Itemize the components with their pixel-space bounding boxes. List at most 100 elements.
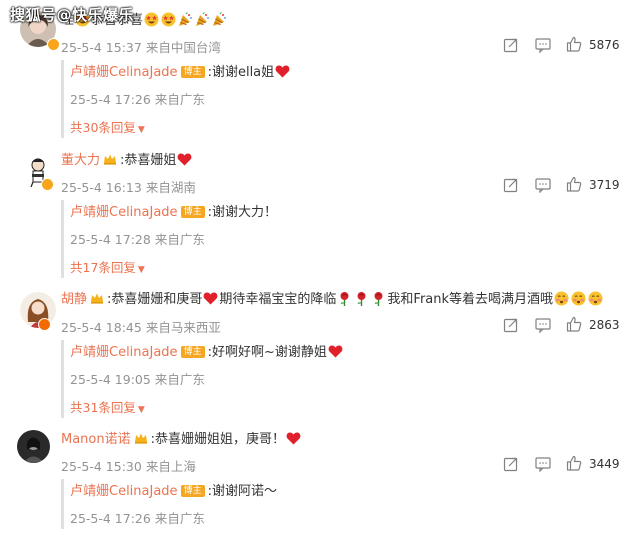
comment-text: 董大力:恭喜姗姐 <box>61 152 193 170</box>
star-eyes-emoji <box>144 12 159 27</box>
rose-emoji <box>374 291 384 306</box>
comment-icon <box>535 38 551 53</box>
reply-author-name[interactable]: 卢靖姗CelinaJade <box>70 484 178 499</box>
heart-emoji <box>204 292 218 305</box>
more-replies-link[interactable]: 共17条回复 ▼ <box>70 257 145 276</box>
shy-emoji <box>571 291 587 306</box>
watermark-text: 搜狐号@快乐爆乐 <box>10 6 135 24</box>
share-icon <box>503 457 518 472</box>
reply-divider <box>61 60 64 138</box>
comment-text: 胡静 :恭喜姗姗和庚哥 期待幸福宝宝的降临 我和Frank等着去喝满月酒哦 <box>61 291 604 309</box>
reply-meta: 25-5-4 17:26 来自广东 <box>70 89 205 108</box>
comment-meta: 25-5-4 18:45 来自马来西亚 <box>61 317 221 336</box>
blogger-tag: 博主 <box>180 66 205 78</box>
comment-icon <box>535 178 551 193</box>
comment-content-c: 我和Frank等着去喝满月酒哦 <box>387 292 554 307</box>
crown-icon <box>91 293 104 304</box>
heart-emoji <box>178 153 192 166</box>
share-button[interactable] <box>503 37 519 57</box>
comment-time: 25-5-4 15:30 <box>61 459 142 474</box>
reply-author-name[interactable]: 卢靖姗CelinaJade <box>70 65 178 80</box>
crown-icon <box>134 433 147 444</box>
caret-down-icon: ▼ <box>137 405 145 415</box>
like-icon <box>566 36 582 52</box>
party-popper-emoji <box>178 12 193 27</box>
reply-location: 来自广东 <box>154 232 205 247</box>
rose-emoji <box>340 291 350 306</box>
reply-content: :好啊好啊~谢谢静姐 <box>207 345 327 360</box>
verified-badge <box>38 318 51 331</box>
share-button[interactable] <box>503 317 519 337</box>
like-icon <box>566 176 582 192</box>
more-replies-link[interactable]: 共30条回复 ▼ <box>70 117 145 136</box>
blogger-tag: 博主 <box>180 346 205 358</box>
comment-icon <box>535 318 551 333</box>
comment-meta: 25-5-4 15:37 来自中国台湾 <box>61 37 221 56</box>
reply-time: 25-5-4 17:28 <box>70 232 151 247</box>
comment-time: 25-5-4 16:13 <box>61 180 142 195</box>
like-button[interactable] <box>566 455 582 475</box>
comment-content: :恭喜姗姗姐姐，庚哥！ <box>150 432 286 447</box>
reply-meta: 25-5-4 19:05 来自广东 <box>70 369 205 388</box>
more-replies-label: 共31条回复 <box>70 400 136 415</box>
share-icon <box>503 318 518 333</box>
heart-emoji <box>328 345 343 358</box>
comment-button[interactable] <box>535 317 551 337</box>
reply-content: :谢谢大力！ <box>207 205 277 220</box>
comment-location: 来自湖南 <box>145 180 196 195</box>
party-popper-emoji <box>195 12 210 27</box>
like-button[interactable] <box>566 316 582 336</box>
more-replies-label: 共30条回复 <box>70 120 136 135</box>
comment-button[interactable] <box>535 37 551 57</box>
comment-content-b: 期待幸福宝宝的降临 <box>219 292 337 307</box>
like-count: 3449 <box>589 457 620 471</box>
like-button[interactable] <box>566 176 582 196</box>
heart-emoji <box>286 432 301 445</box>
blogger-tag: 博主 <box>180 485 205 497</box>
reply-meta: 25-5-4 17:28 来自广东 <box>70 229 205 248</box>
comment-meta: 25-5-4 15:30 来自上海 <box>61 456 196 475</box>
comment-content-a: :恭喜姗姗和庚哥 <box>107 292 203 307</box>
reply-author-name[interactable]: 卢靖姗CelinaJade <box>70 205 178 220</box>
comment-location: 来自马来西亚 <box>145 320 221 335</box>
reply-content: :谢谢ella姐 <box>207 65 275 80</box>
reply-author-name[interactable]: 卢靖姗CelinaJade <box>70 345 178 360</box>
reply-time: 25-5-4 17:26 <box>70 511 151 526</box>
crown-icon <box>104 154 117 165</box>
reply-text: 卢靖姗CelinaJade 博主:谢谢ella姐 <box>70 64 291 82</box>
like-button[interactable] <box>566 36 582 56</box>
comment-meta: 25-5-4 16:13 来自湖南 <box>61 177 196 196</box>
share-icon <box>503 178 518 193</box>
reply-text: 卢靖姗CelinaJade 博主:好啊好啊~谢谢静姐 <box>70 344 344 362</box>
party-popper-emoji <box>212 12 227 27</box>
comment-icon <box>535 457 551 472</box>
heart-emoji <box>275 65 290 78</box>
commenter-name[interactable]: 胡静 <box>61 292 87 307</box>
reply-time: 25-5-4 17:26 <box>70 92 151 107</box>
share-icon <box>503 38 518 53</box>
shy-emoji <box>554 291 570 306</box>
comment-time: 25-5-4 15:37 <box>61 40 142 55</box>
like-count: 3719 <box>589 178 620 192</box>
avatar[interactable] <box>17 430 50 463</box>
reply-content: :谢谢阿诺～ <box>207 484 277 499</box>
reply-meta: 25-5-4 17:26 来自广东 <box>70 508 205 527</box>
verified-badge <box>47 38 60 51</box>
blogger-tag: 博主 <box>180 206 205 218</box>
share-button[interactable] <box>503 456 519 476</box>
comment-button[interactable] <box>535 177 551 197</box>
more-replies-link[interactable]: 共31条回复 ▼ <box>70 397 145 416</box>
reply-location: 来自广东 <box>154 511 205 526</box>
reply-text: 卢靖姗CelinaJade 博主:谢谢阿诺～ <box>70 483 277 501</box>
commenter-name[interactable]: Manon诺诺 <box>61 432 131 447</box>
comment-location: 来自中国台湾 <box>145 40 221 55</box>
comment-button[interactable] <box>535 456 551 476</box>
commenter-name[interactable]: 董大力 <box>61 153 100 168</box>
reply-divider <box>61 479 64 529</box>
comment-time: 25-5-4 18:45 <box>61 320 142 335</box>
reply-divider <box>61 340 64 418</box>
verified-badge <box>41 178 54 191</box>
reply-location: 来自广东 <box>154 92 205 107</box>
rose-emoji <box>357 291 367 306</box>
share-button[interactable] <box>503 177 519 197</box>
